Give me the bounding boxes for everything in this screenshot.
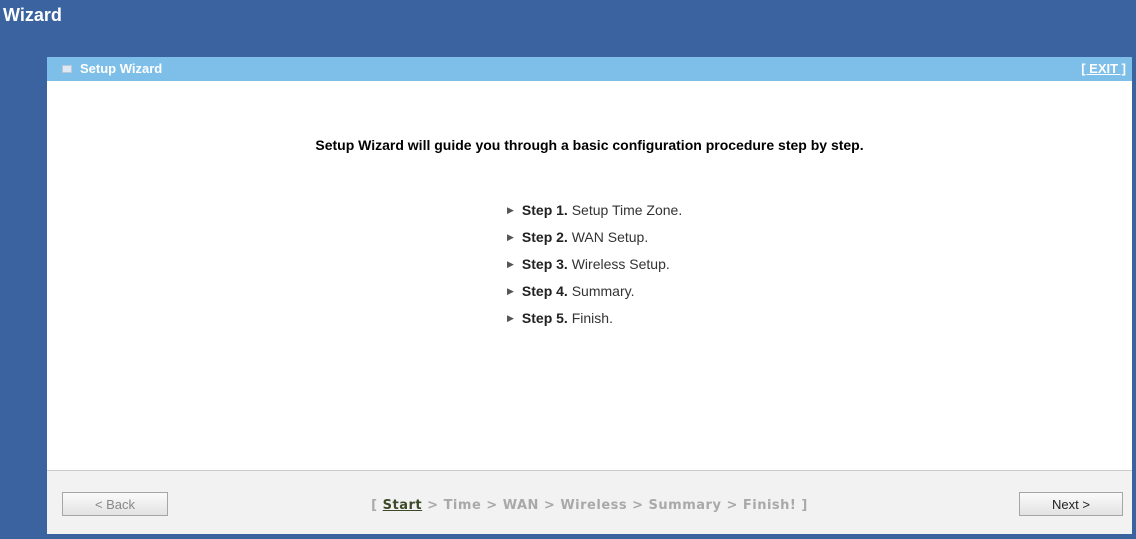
triangle-right-icon: ▶ bbox=[507, 205, 514, 215]
setup-wizard-panel: Setup Wizard [ EXIT ] Setup Wizard will … bbox=[47, 57, 1132, 534]
step-label: Step 5. bbox=[521, 310, 568, 326]
window-title: Wizard bbox=[3, 5, 62, 25]
progress-open: [ bbox=[371, 498, 383, 513]
step-text: Summary. bbox=[567, 283, 635, 299]
wizard-footer: < Back [ Start > Time > WAN > Wireless >… bbox=[47, 471, 1132, 534]
step-item: ▶ Step 3. Wireless Setup. bbox=[507, 256, 682, 283]
step-text: Setup Time Zone. bbox=[567, 202, 683, 218]
panel-title: Setup Wizard bbox=[80, 61, 163, 76]
triangle-right-icon: ▶ bbox=[507, 286, 514, 296]
step-item: ▶ Step 1. Setup Time Zone. bbox=[507, 202, 682, 229]
triangle-right-icon: ▶ bbox=[507, 259, 514, 269]
panel-icon bbox=[62, 65, 72, 73]
progress-current-step[interactable]: Start bbox=[383, 498, 422, 513]
step-text: Wireless Setup. bbox=[567, 256, 670, 272]
exit-link[interactable]: [ EXIT ] bbox=[1081, 61, 1126, 76]
step-text: Finish. bbox=[567, 310, 613, 326]
step-item: ▶ Step 5. Finish. bbox=[507, 310, 682, 337]
wizard-progress: [ Start > Time > WAN > Wireless > Summar… bbox=[47, 498, 1132, 513]
triangle-right-icon: ▶ bbox=[507, 313, 514, 323]
triangle-right-icon: ▶ bbox=[507, 232, 514, 242]
progress-remaining-steps: > Time > WAN > Wireless > Summary > Fini… bbox=[422, 498, 808, 513]
next-button[interactable]: Next > bbox=[1019, 492, 1123, 516]
panel-header: Setup Wizard [ EXIT ] bbox=[47, 57, 1132, 81]
step-label: Step 1. bbox=[521, 202, 568, 218]
step-item: ▶ Step 4. Summary. bbox=[507, 283, 682, 310]
steps-list: ▶ Step 1. Setup Time Zone. ▶ Step 2. WAN S… bbox=[507, 202, 682, 337]
step-label: Step 2. bbox=[521, 229, 568, 245]
step-label: Step 3. bbox=[521, 256, 568, 272]
step-text: WAN Setup. bbox=[567, 229, 649, 245]
step-item: ▶ Step 2. WAN Setup. bbox=[507, 229, 682, 256]
intro-text: Setup Wizard will guide you through a ba… bbox=[315, 137, 864, 153]
step-label: Step 4. bbox=[521, 283, 568, 299]
